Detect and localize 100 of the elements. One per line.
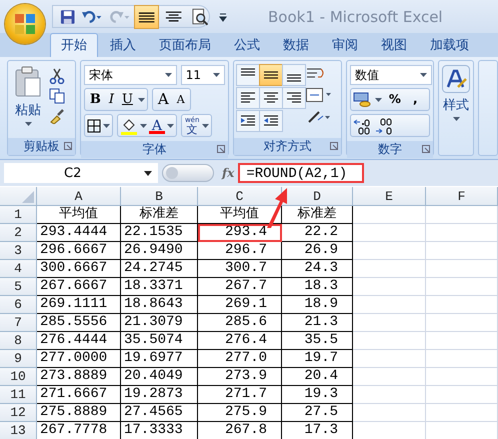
insert-function-button[interactable]: fx	[222, 166, 234, 180]
font-name-dropdown[interactable]: 宋体	[84, 65, 177, 85]
table-cell: 273.9	[198, 368, 282, 386]
underline-button[interactable]: U	[118, 90, 136, 109]
column-header[interactable]: B	[121, 187, 198, 206]
row-header[interactable]: 9	[0, 350, 37, 368]
ribbon-tab[interactable]: 开始	[50, 33, 98, 57]
font-size-dropdown[interactable]: 11	[180, 65, 225, 85]
column-header[interactable]: C	[198, 187, 282, 206]
group-label: 字体	[142, 141, 166, 158]
row-header[interactable]: 2	[0, 224, 37, 242]
dialog-launcher-icon[interactable]	[422, 145, 430, 153]
row-header[interactable]: 7	[0, 314, 37, 332]
cut-icon[interactable]	[49, 68, 65, 84]
table-cell: 269.1	[198, 296, 282, 314]
caret-icon	[24, 122, 32, 126]
row-header[interactable]: 11	[0, 386, 37, 404]
number-format-dropdown[interactable]: 数值	[350, 65, 432, 85]
align-icon[interactable]	[236, 64, 260, 86]
align-icon[interactable]	[282, 87, 306, 109]
comma-button[interactable]: ,	[408, 90, 423, 109]
column-header[interactable]: F	[426, 187, 498, 206]
paste-button[interactable]: 粘贴	[11, 64, 45, 135]
dialog-launcher-icon[interactable]	[216, 145, 225, 153]
table-cell: 19.3	[282, 386, 353, 404]
table-cell: 285.5556	[37, 314, 121, 332]
bold-button[interactable]: B	[86, 90, 104, 109]
ribbon-tab[interactable]: 加载项	[419, 33, 480, 57]
caret-icon[interactable]	[102, 124, 110, 128]
merge-cells-icon[interactable]	[306, 88, 332, 102]
table-cell: 18.9	[282, 296, 353, 314]
row-header[interactable]: 3	[0, 242, 37, 260]
decrease-indent-icon[interactable]	[236, 110, 260, 132]
column-header[interactable]: A	[37, 187, 121, 206]
table-cell: 273.8889	[37, 368, 121, 386]
table-cell: 17.3	[282, 422, 353, 439]
row-header[interactable]: 5	[0, 278, 37, 296]
caret-icon[interactable]	[166, 124, 174, 128]
row-header[interactable]: 1	[0, 206, 37, 224]
currency-icon[interactable]	[352, 92, 373, 108]
align-icon[interactable]	[258, 87, 283, 109]
copy-icon[interactable]	[49, 88, 65, 104]
table-cell: 21.3	[282, 314, 353, 332]
row-header[interactable]: 8	[0, 332, 37, 350]
borders-icon[interactable]	[86, 118, 101, 132]
fill-color-icon[interactable]	[120, 116, 138, 134]
align-icon[interactable]	[135, 6, 158, 28]
table-cell: 24.3	[282, 260, 353, 278]
table-cell: 22.2	[282, 224, 353, 242]
dialog-launcher-icon[interactable]	[64, 142, 72, 150]
ribbon-tab[interactable]: 数据	[272, 33, 320, 57]
office-button[interactable]	[5, 4, 45, 44]
table-cell: 300.7	[198, 260, 282, 278]
table-cell: 18.3	[282, 278, 353, 296]
table-cell: 267.6667	[37, 278, 121, 296]
caret-icon[interactable]	[202, 124, 210, 128]
row-header[interactable]: 4	[0, 260, 37, 278]
brush-icon[interactable]	[49, 108, 65, 124]
row-header[interactable]: 13	[0, 422, 37, 439]
empty-cell	[426, 386, 498, 404]
ribbon-tab[interactable]: 公式	[223, 33, 271, 57]
table-cell: 平均值	[37, 206, 121, 224]
align-icon[interactable]	[282, 64, 306, 86]
column-header[interactable]: D	[282, 187, 353, 206]
name-box[interactable]: C2	[4, 163, 158, 183]
table-cell: 277.0000	[37, 350, 121, 368]
clipboard-icon	[13, 66, 43, 98]
table-cell: 293.4	[198, 224, 282, 242]
italic-button[interactable]: I	[106, 90, 117, 109]
ribbon-tab[interactable]: 插入	[99, 33, 147, 57]
empty-cell	[426, 314, 498, 332]
table-cell: 275.8889	[37, 404, 121, 422]
formula-field[interactable]: =ROUND(A2,1)	[238, 163, 364, 183]
caret-icon[interactable]	[138, 98, 145, 102]
customize-toolbar-icon[interactable]	[218, 12, 228, 22]
align-icon[interactable]	[258, 64, 283, 86]
save-icon[interactable]	[59, 8, 76, 26]
ribbon-tab[interactable]: 页面布局	[148, 33, 222, 57]
font-color-button[interactable]: A	[148, 118, 165, 134]
row-header[interactable]: 12	[0, 404, 37, 422]
empty-cell	[426, 278, 498, 296]
percent-button[interactable]: %	[384, 90, 406, 109]
print-preview-icon[interactable]	[190, 6, 209, 26]
increase-indent-icon[interactable]	[258, 110, 283, 132]
dialog-launcher-icon[interactable]	[330, 142, 338, 150]
ribbon-tab[interactable]: 审阅	[321, 33, 369, 57]
row-header[interactable]: 6	[0, 296, 37, 314]
table-cell: 300.6667	[37, 260, 121, 278]
formula-bar-handle[interactable]	[162, 164, 214, 182]
ribbon-tab[interactable]: 视图	[370, 33, 418, 57]
group-label: 数字	[378, 141, 402, 158]
empty-cell	[426, 350, 498, 368]
column-header[interactable]: E	[353, 187, 426, 206]
table-cell: 267.7	[198, 278, 282, 296]
caret-icon[interactable]	[140, 124, 147, 128]
grow-font-button[interactable]: A	[154, 90, 172, 109]
align-icon[interactable]	[236, 87, 260, 109]
row-header[interactable]: 10	[0, 368, 37, 386]
shrink-font-button[interactable]: A	[174, 90, 188, 109]
caret-icon[interactable]	[374, 98, 382, 102]
